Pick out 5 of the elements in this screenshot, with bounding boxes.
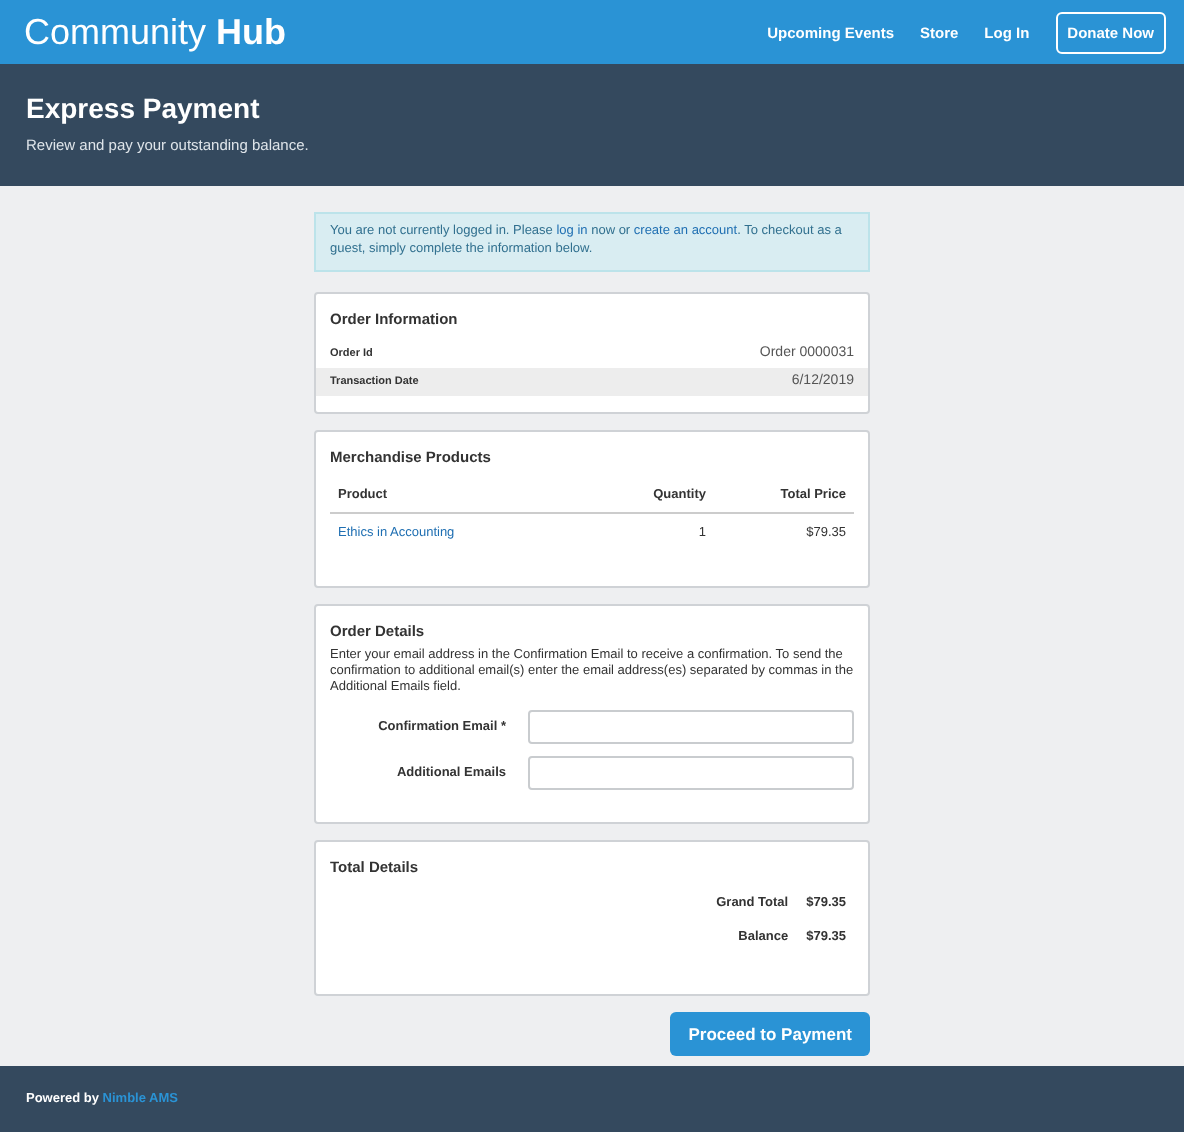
proceed-button[interactable]: Proceed to Payment (670, 1011, 870, 1056)
page-title: Express Payment (26, 92, 262, 124)
email-input[interactable] (528, 709, 854, 744)
email-input[interactable] (528, 755, 854, 790)
brand-logo[interactable]: Community Hub (24, 11, 287, 53)
